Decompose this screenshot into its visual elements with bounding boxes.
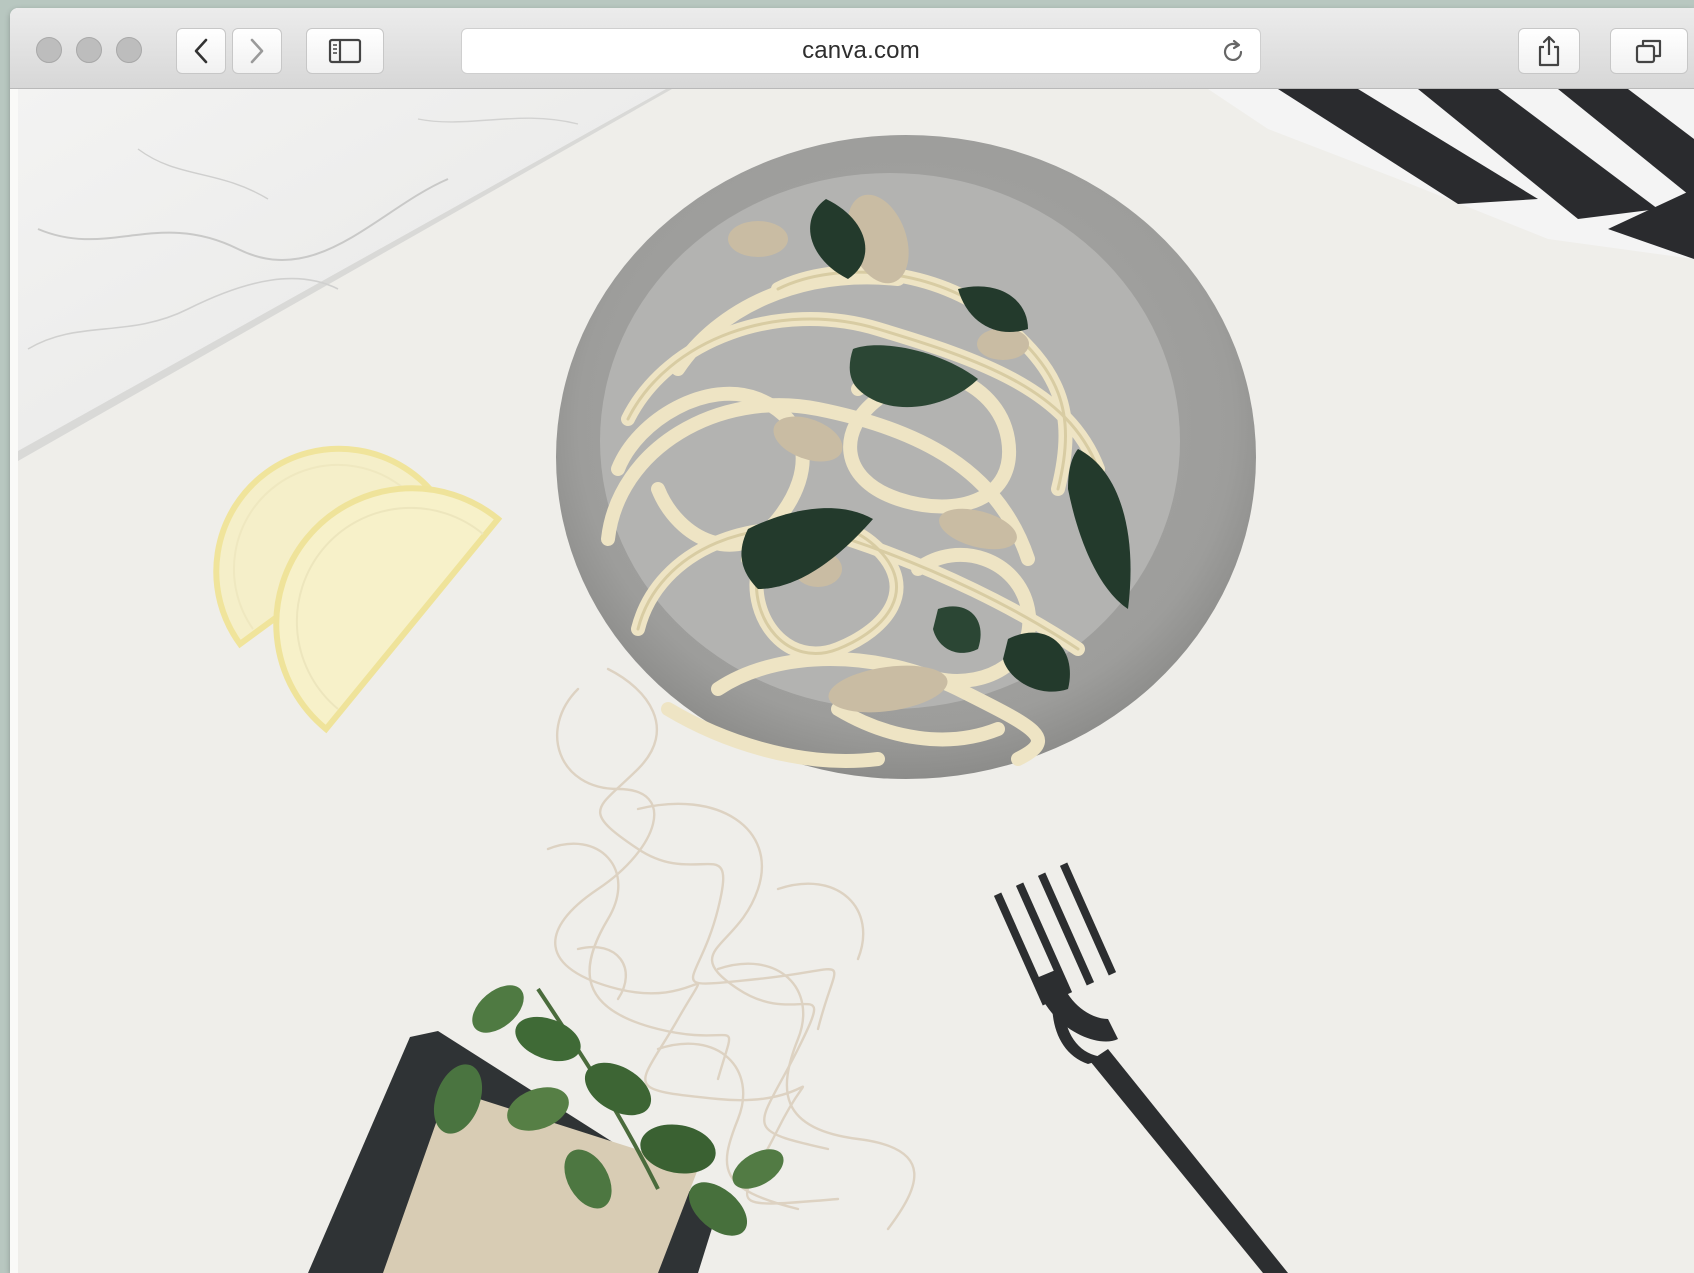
reload-icon[interactable] bbox=[1220, 39, 1246, 70]
chevron-right-icon bbox=[248, 38, 266, 64]
minimize-window-button[interactable] bbox=[76, 37, 102, 63]
share-button[interactable] bbox=[1518, 28, 1580, 74]
tabs-icon bbox=[1634, 37, 1664, 65]
address-text: canva.com bbox=[802, 37, 920, 64]
sidebar-icon bbox=[328, 38, 362, 64]
back-button[interactable] bbox=[176, 28, 226, 74]
chevron-left-icon bbox=[192, 38, 210, 64]
tabs-overview-button[interactable] bbox=[1610, 28, 1688, 74]
webpage-content bbox=[18, 89, 1694, 1273]
forward-button[interactable] bbox=[232, 28, 282, 74]
sidebar-toggle-button[interactable] bbox=[306, 28, 384, 74]
close-window-button[interactable] bbox=[36, 37, 62, 63]
browser-toolbar: canva.com bbox=[10, 8, 1694, 89]
browser-window: canva.com bbox=[10, 8, 1694, 1273]
address-bar[interactable]: canva.com bbox=[461, 28, 1261, 74]
food-photo bbox=[18, 89, 1694, 1273]
share-icon bbox=[1536, 35, 1562, 67]
zoom-window-button[interactable] bbox=[116, 37, 142, 63]
